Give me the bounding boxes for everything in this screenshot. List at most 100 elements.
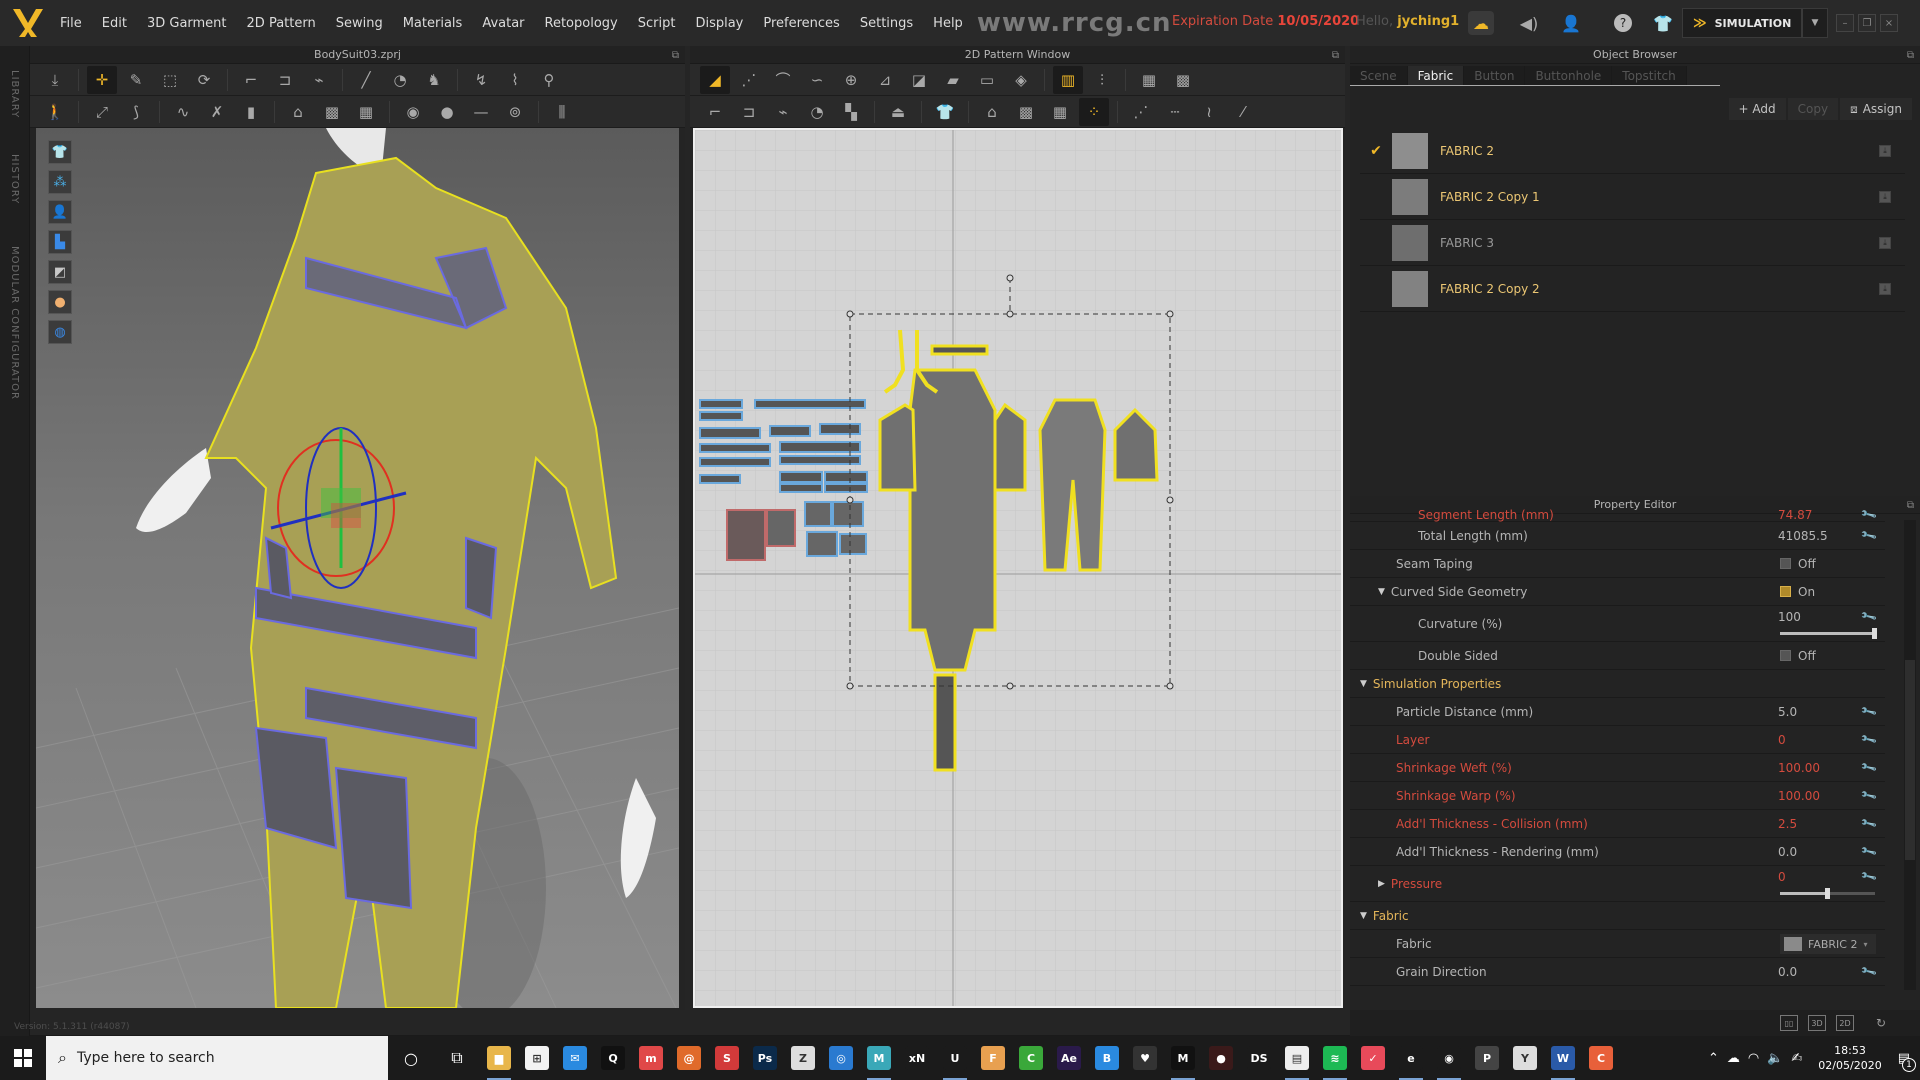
prop-curved-side-geometry[interactable]: ▼ Curved Side Geometry On	[1350, 578, 1885, 606]
prop-value[interactable]: 5.0	[1778, 705, 1797, 719]
save-fabric-icon[interactable]: ⤓	[1879, 190, 1891, 203]
segment-sewing-icon[interactable]: ⊐	[734, 98, 764, 126]
taskbar-app-marvelous-red[interactable]: m	[632, 1036, 670, 1080]
menu-display[interactable]: Display	[685, 16, 753, 31]
2d-pattern-canvas[interactable]	[693, 128, 1343, 1008]
taskbar-app-edge[interactable]: e	[1392, 1036, 1430, 1080]
taskbar-app-camtasia[interactable]: C	[1012, 1036, 1050, 1080]
prop-value[interactable]: 0.0	[1778, 845, 1797, 859]
taskbar-app-daz-studio[interactable]: DS	[1240, 1036, 1278, 1080]
taskbar-app-browser[interactable]: ◎	[822, 1036, 860, 1080]
clock[interactable]: 18:53 02/05/2020	[1818, 1043, 1881, 1073]
prop-value[interactable]: 0	[1778, 870, 1786, 884]
texture-display-icon[interactable]: ▙	[48, 230, 72, 254]
mode-dropdown-button[interactable]: ▼	[1802, 8, 1828, 38]
taskbar-app-clock-app[interactable]: ✓	[1354, 1036, 1392, 1080]
menu-3d-garment[interactable]: 3D Garment	[137, 16, 237, 31]
segment-sewing-icon[interactable]: ⊐	[270, 66, 300, 94]
cloud-account-icon[interactable]: ☁	[1468, 11, 1494, 35]
edit-curve-icon[interactable]: ∿	[168, 98, 198, 126]
menu-edit[interactable]: Edit	[92, 16, 137, 31]
notifications-icon[interactable]: ▤ 1	[1898, 1051, 1916, 1072]
add-fabric-button[interactable]: + Add	[1728, 98, 1786, 120]
popout-icon[interactable]: ⧉	[672, 47, 679, 65]
save-fabric-icon[interactable]: ⤓	[1879, 282, 1891, 295]
popout-icon[interactable]: ⧉	[1907, 497, 1914, 515]
taskbar-app-houdini[interactable]: @	[670, 1036, 708, 1080]
view-3d-button[interactable]: 3D	[1808, 1015, 1826, 1031]
fabric-list-item[interactable]: FABRIC 3 ⤓	[1360, 220, 1905, 266]
tab-modular-configurator[interactable]: MODULAR CONFIGURATOR	[9, 246, 20, 400]
edit-texture-icon[interactable]: ⌂	[283, 98, 313, 126]
free-sewing-icon[interactable]: ⌁	[768, 98, 798, 126]
tab-history[interactable]: HISTORY	[9, 154, 20, 204]
tab-fabric[interactable]: Fabric	[1407, 66, 1465, 85]
refresh-icon[interactable]: ↻	[1872, 1015, 1890, 1031]
fabric-list-item[interactable]: ✔ FABRIC 2 ⤓	[1360, 128, 1905, 174]
tack-icon[interactable]: ╱	[351, 66, 381, 94]
polygon-icon[interactable]: ▰	[938, 66, 968, 94]
simulate-tool-icon[interactable]: ⤓	[40, 66, 70, 94]
scrollbar-thumb[interactable]	[1905, 660, 1915, 860]
prop-value[interactable]: 100	[1778, 610, 1801, 624]
speaker-icon[interactable]: ◀)	[1516, 11, 1542, 35]
select-mesh-brush-icon[interactable]: ✎	[121, 66, 151, 94]
avatar-visibility-icon[interactable]: 👤	[48, 200, 72, 224]
minimize-button[interactable]: –	[1836, 14, 1854, 32]
check-sewing-icon[interactable]: ◔	[802, 98, 832, 126]
wifi-icon[interactable]: ◠	[1748, 1051, 1759, 1066]
particle-display-icon[interactable]: ⁂	[48, 170, 72, 194]
select-grid-icon[interactable]: ▦	[1134, 66, 1164, 94]
free-topstitch-icon[interactable]: ≀	[1194, 98, 1224, 126]
fasten-button-icon[interactable]: ⊚	[500, 98, 530, 126]
wrench-icon[interactable]: 🔧	[1860, 867, 1878, 885]
wrench-icon[interactable]: 🔧	[1860, 962, 1878, 980]
show-hidden-icons-icon[interactable]: ⌃	[1708, 1051, 1719, 1066]
grid-icon[interactable]: ▩	[1168, 66, 1198, 94]
fold-arrangement-icon[interactable]: ⟳	[189, 66, 219, 94]
taskbar-app-spotify[interactable]: ≋	[1316, 1036, 1354, 1080]
taskbar-app-word[interactable]: W	[1544, 1036, 1582, 1080]
menu-sewing[interactable]: Sewing	[326, 16, 393, 31]
help-icon[interactable]: ?	[1610, 11, 1636, 35]
menu-avatar[interactable]: Avatar	[472, 16, 534, 31]
taskbar-app-store[interactable]: ⊞	[518, 1036, 556, 1080]
username[interactable]: jyching1	[1397, 14, 1459, 29]
expand-triangle-icon[interactable]: ▼	[1378, 587, 1385, 597]
onedrive-icon[interactable]: ☁	[1727, 1051, 1740, 1066]
select-pin-icon[interactable]: ↯	[466, 66, 496, 94]
cortana-icon[interactable]: ○	[388, 1036, 434, 1080]
pin-box-icon[interactable]: ⌇	[500, 66, 530, 94]
steam-iron-icon[interactable]: ⏏	[883, 98, 913, 126]
tab-topstitch[interactable]: Topstitch	[1612, 66, 1687, 85]
fabric-list-item[interactable]: FABRIC 2 Copy 1 ⤓	[1360, 174, 1905, 220]
free-sewing-icon[interactable]: ⌁	[304, 66, 334, 94]
measure-circumference-icon[interactable]: ⟆	[121, 98, 151, 126]
buttonhole-icon[interactable]: —	[466, 98, 496, 126]
select-move-tool-icon[interactable]: ✛	[87, 65, 117, 94]
restore-button[interactable]: ❐	[1858, 14, 1876, 32]
close-button[interactable]: ×	[1880, 14, 1898, 32]
taskbar-app-after-effects[interactable]: Ae	[1050, 1036, 1088, 1080]
taskbar-app-zbrush[interactable]: Z	[784, 1036, 822, 1080]
prop-value[interactable]: 41085.5	[1778, 529, 1828, 543]
simulation-button[interactable]: ≫ SIMULATION	[1682, 8, 1802, 38]
taskbar-app-fusion[interactable]: F	[974, 1036, 1012, 1080]
environment-icon[interactable]: ◍	[48, 320, 72, 344]
rectangle-icon[interactable]: ▭	[972, 66, 1002, 94]
taskbar-app-xnormal[interactable]: xN	[898, 1036, 936, 1080]
section-fabric[interactable]: ▼ Fabric	[1350, 902, 1885, 930]
wrench-icon[interactable]: 🔧	[1860, 607, 1878, 625]
pin-garment-icon[interactable]: ⚲	[534, 66, 564, 94]
fabric-list-item[interactable]: FABRIC 2 Copy 2 ⤓	[1360, 266, 1905, 312]
section-simulation-properties[interactable]: ▼ Simulation Properties	[1350, 670, 1885, 698]
select-graphic-icon[interactable]: ▩	[1011, 98, 1041, 126]
assign-fabric-button[interactable]: ⧈ Assign	[1840, 98, 1912, 120]
select-garment-icon[interactable]: 👕	[930, 98, 960, 126]
fabric-dropdown[interactable]: FABRIC 2 ▾	[1780, 934, 1876, 954]
edit-curvature-icon[interactable]: ∽	[802, 66, 832, 94]
prop-value[interactable]: 0	[1778, 733, 1786, 747]
expand-triangle-icon[interactable]: ▼	[1360, 679, 1367, 689]
taskbar-app-clock2[interactable]: Y	[1506, 1036, 1544, 1080]
select-topstitch-icon[interactable]: ⋰	[1126, 98, 1156, 126]
